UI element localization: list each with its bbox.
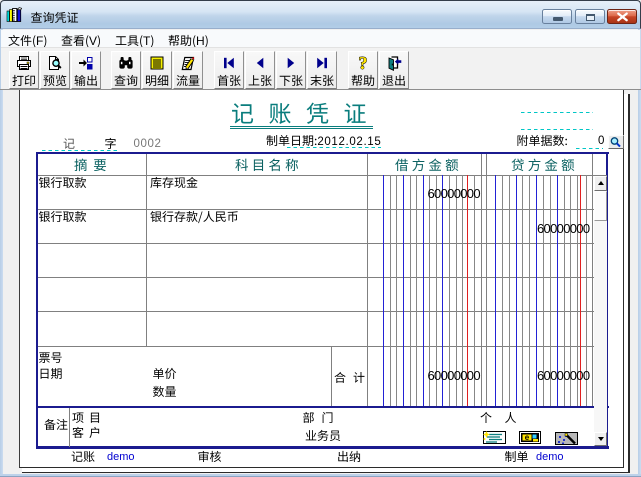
svg-text:e: e (525, 433, 530, 442)
svg-text:?: ? (359, 55, 368, 71)
